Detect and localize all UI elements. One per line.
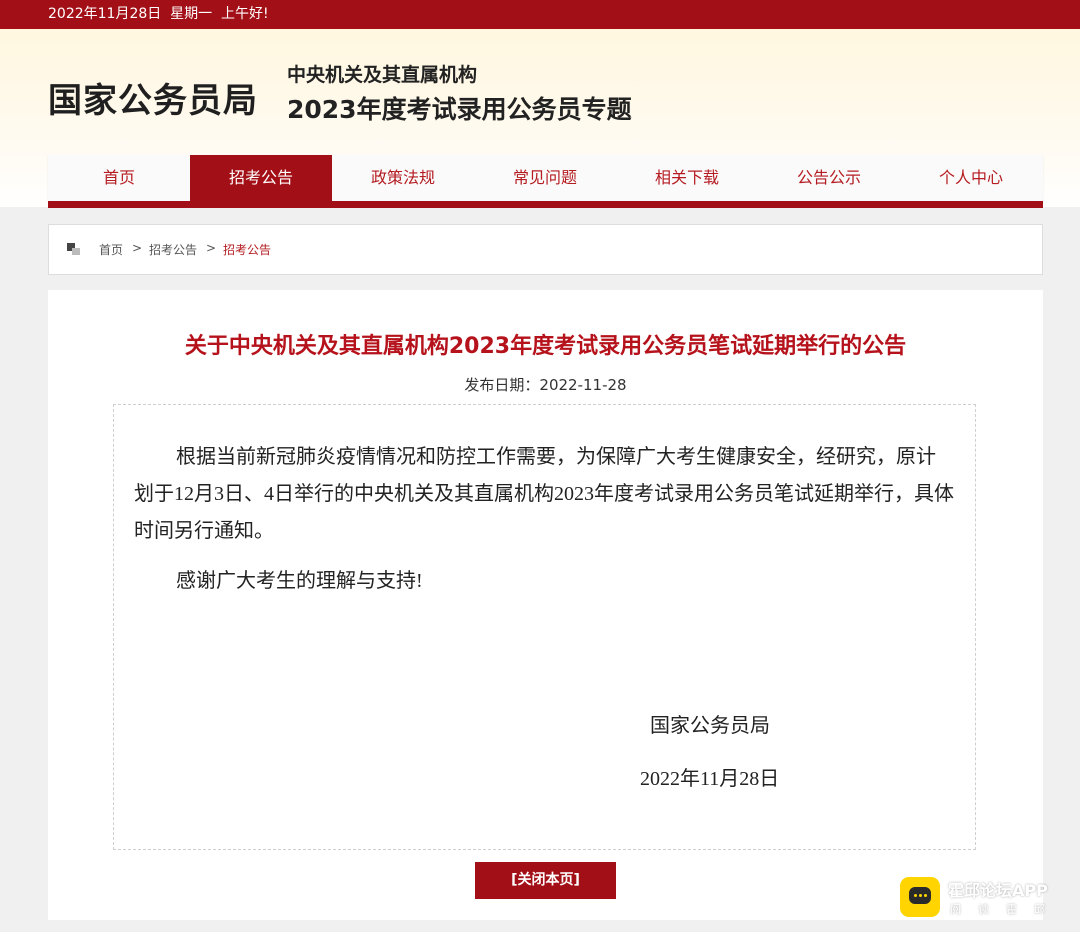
signature-organization: 国家公务员局 [650, 715, 770, 737]
nav-item-home[interactable]: 首页 [48, 155, 190, 201]
date-greeting: 2022年11月28日 星期一 上午好! [48, 6, 269, 22]
nav-item-faq[interactable]: 常见问题 [474, 155, 616, 201]
nav-item-recruitment-notices[interactable]: 招考公告 [190, 155, 332, 201]
article-paragraph: 感谢广大考生的理解与支持! [176, 570, 423, 592]
publish-date: 发布日期：2022-11-28 [464, 376, 627, 394]
nav-item-personal-center[interactable]: 个人中心 [900, 155, 1042, 201]
nav-item-announcements[interactable]: 公告公示 [758, 155, 900, 201]
breadcrumb-home-link[interactable]: 首页 [99, 241, 123, 258]
article-paragraph: 根据当前新冠肺炎疫情情况和防控工作需要，为保障广大考生健康安全，经研究，原计划于… [134, 446, 954, 542]
header-subtitle-line1: 中央机关及其直属机构 [287, 64, 478, 86]
article-title: 关于中央机关及其直属机构2023年度考试录用公务员笔试延期举行的公告 [184, 334, 907, 359]
watermark-subtitle: 阅读霍邱 [950, 903, 1062, 916]
main-nav: 首页 招考公告 政策法规 常见问题 相关下载 公告公示 个人中心 [48, 155, 1043, 201]
chat-bubble-icon [900, 877, 940, 917]
top-bar: 2022年11月28日 星期一 上午好! [0, 0, 1080, 29]
watermark-title: 霍邱论坛APP [948, 881, 1048, 900]
app-watermark: 霍邱论坛APP 阅读霍邱 [900, 876, 1070, 920]
nav-item-policies[interactable]: 政策法规 [332, 155, 474, 201]
breadcrumb-separator: > [132, 241, 143, 255]
nav-item-downloads[interactable]: 相关下载 [616, 155, 758, 201]
close-page-button[interactable]: [关闭本页] [475, 862, 616, 899]
breadcrumb: 首页 > 招考公告 > 招考公告 [48, 224, 1043, 275]
site-logo[interactable]: 国家公务员局 [48, 73, 258, 122]
article-panel: 关于中央机关及其直属机构2023年度考试录用公务员笔试延期举行的公告 发布日期：… [48, 290, 1043, 920]
breadcrumb-current: 招考公告 [223, 243, 272, 257]
breadcrumb-separator: > [206, 241, 217, 255]
header-subtitle-line2: 2023年度考试录用公务员专题 [287, 95, 632, 124]
article-body: 根据当前新冠肺炎疫情情况和防控工作需要，为保障广大考生健康安全，经研究，原计划于… [113, 404, 976, 850]
home-squares-icon [67, 243, 81, 255]
nav-underline [48, 201, 1043, 208]
signature-date: 2022年11月28日 [640, 768, 780, 790]
breadcrumb-section-link[interactable]: 招考公告 [149, 241, 197, 258]
